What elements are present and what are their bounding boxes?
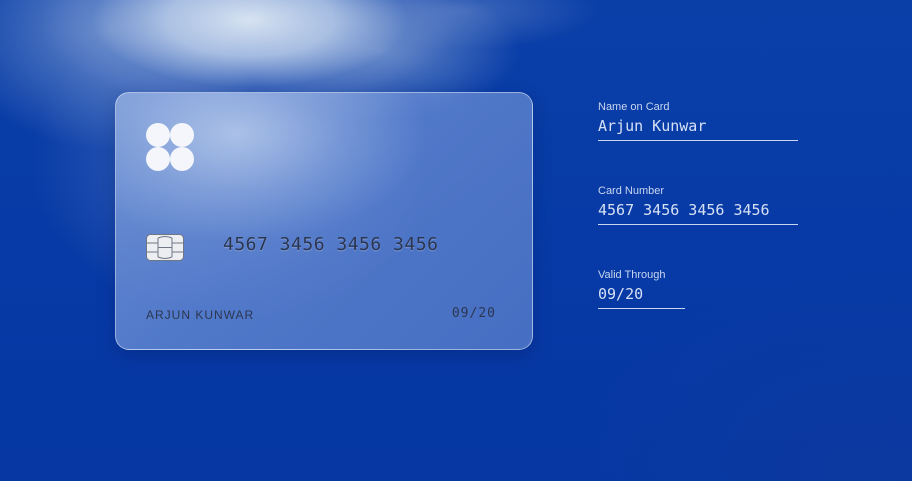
card-expiry-date: 09/20 (451, 306, 496, 321)
name-on-card-field: Name on Card Arjun Kunwar (598, 101, 798, 141)
card-number-display: 4567 3456 3456 3456 (223, 234, 439, 255)
valid-through-field: Valid Through 09/20 (598, 269, 685, 309)
name-on-card-label: Name on Card (598, 101, 670, 113)
card-number-label: Card Number (598, 185, 665, 197)
valid-through-label: Valid Through (598, 269, 666, 281)
card-logo-icon (146, 123, 194, 171)
credit-card-preview: 4567 3456 3456 3456 ARJUN KUNWAR 09/20 (115, 92, 533, 350)
card-number-input[interactable]: 4567 3456 3456 3456 (598, 201, 798, 225)
card-chip-icon (146, 234, 184, 261)
card-holder-name: ARJUN KUNWAR (146, 308, 255, 322)
card-number-field: Card Number 4567 3456 3456 3456 (598, 185, 798, 225)
valid-through-input[interactable]: 09/20 (598, 285, 685, 309)
name-on-card-input[interactable]: Arjun Kunwar (598, 117, 798, 141)
